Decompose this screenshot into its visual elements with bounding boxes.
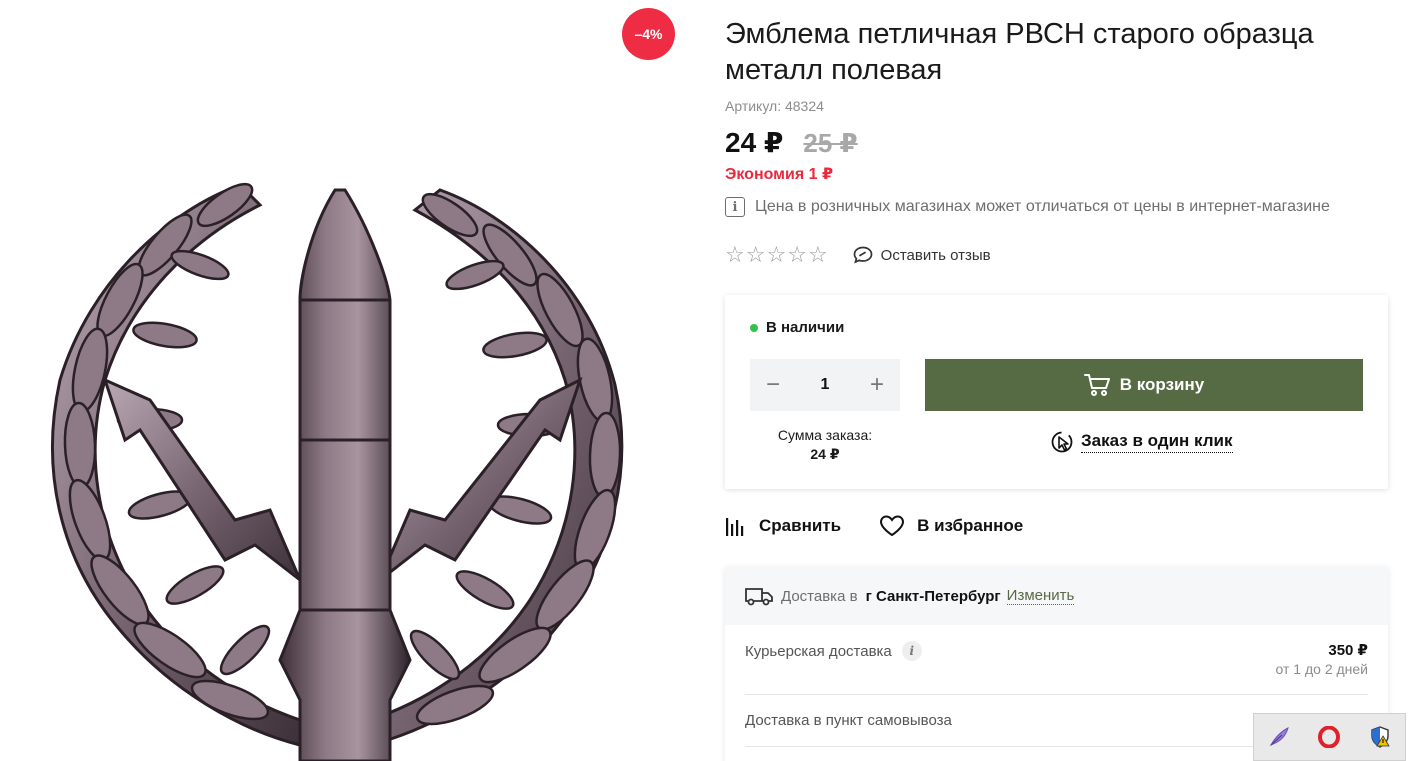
courier-delivery-label: Курьерская доставка bbox=[745, 642, 892, 660]
courier-delivery-price: 350 ₽ bbox=[1328, 642, 1368, 659]
favorite-label: В избранное bbox=[917, 516, 1024, 535]
info-icon: i bbox=[725, 197, 745, 217]
change-city-link[interactable]: Изменить bbox=[1006, 587, 1075, 605]
rating-stars[interactable]: ☆ ☆ ☆ ☆ ☆ bbox=[725, 244, 829, 266]
product-sku: Артикул: 48324 bbox=[725, 98, 824, 114]
feather-icon[interactable] bbox=[1267, 725, 1291, 749]
product-actions: Сравнить В избранное bbox=[725, 515, 1061, 537]
heart-icon bbox=[880, 515, 905, 537]
current-price: 24 ₽ bbox=[725, 127, 784, 158]
delivery-label: Доставка в bbox=[781, 587, 858, 605]
one-click-icon bbox=[1051, 431, 1073, 453]
price-notice-text: Цена в розничных магазинах может отличат… bbox=[755, 198, 1330, 215]
stock-status-text: В наличии bbox=[766, 319, 845, 336]
delivery-header: Доставка в г Санкт-Петербург Изменить bbox=[725, 567, 1388, 625]
order-sum-label: Сумма заказа: bbox=[777, 427, 873, 443]
increase-quantity-button[interactable]: + bbox=[870, 373, 884, 397]
rvsn-emblem-image[interactable] bbox=[0, 0, 690, 761]
order-sum-value: 24 ₽ bbox=[810, 446, 840, 462]
product-gallery: –4% bbox=[0, 0, 690, 761]
info-icon[interactable]: i bbox=[901, 641, 922, 661]
star-icon[interactable]: ☆ bbox=[787, 244, 807, 266]
star-icon[interactable]: ☆ bbox=[766, 244, 786, 266]
price-notice: i Цена в розничных магазинах может отлич… bbox=[725, 197, 1330, 217]
cart-icon bbox=[1083, 374, 1110, 396]
economy-text: Экономия 1 ₽ bbox=[725, 166, 834, 183]
system-tray bbox=[1253, 713, 1406, 761]
discount-badge: –4% bbox=[622, 8, 675, 60]
compare-button[interactable]: Сравнить bbox=[725, 515, 841, 537]
comment-icon bbox=[853, 246, 873, 264]
stock-status: В наличии bbox=[750, 319, 844, 336]
delivery-option-name: Курьерская доставка i bbox=[745, 641, 922, 661]
leave-review-link[interactable]: Оставить отзыв bbox=[853, 246, 991, 264]
shield-icon[interactable] bbox=[1368, 725, 1392, 749]
truck-icon bbox=[745, 588, 773, 606]
compare-icon bbox=[726, 518, 744, 536]
order-sum: Сумма заказа: 24 ₽ bbox=[750, 426, 900, 464]
star-icon[interactable]: ☆ bbox=[746, 244, 766, 266]
decrease-quantity-button[interactable]: − bbox=[766, 373, 780, 397]
review-link-text[interactable]: Оставить отзыв bbox=[881, 247, 991, 264]
add-to-cart-label: В корзину bbox=[1119, 375, 1205, 394]
delivery-city: г Санкт-Петербург bbox=[865, 587, 1001, 605]
opera-icon[interactable] bbox=[1317, 725, 1341, 749]
pickup-delivery-label: Доставка в пункт самовывоза bbox=[745, 712, 952, 729]
one-click-order-link[interactable]: Заказ в один клик bbox=[1050, 430, 1233, 454]
add-to-cart-button[interactable]: В корзину bbox=[925, 359, 1363, 411]
star-icon[interactable]: ☆ bbox=[808, 244, 828, 266]
buy-box: В наличии − 1 + В корзину Сумма заказа: … bbox=[725, 295, 1388, 489]
product-title: Эмблема петличная РВСН старого образца м… bbox=[725, 18, 1314, 86]
star-icon[interactable]: ☆ bbox=[725, 244, 745, 266]
favorite-button[interactable]: В избранное bbox=[879, 515, 1023, 537]
one-click-label[interactable]: Заказ в один клик bbox=[1081, 431, 1233, 453]
price-row: 24 ₽ 25 ₽ bbox=[725, 126, 858, 159]
quantity-stepper: − 1 + bbox=[750, 359, 900, 411]
old-price: 25 ₽ bbox=[803, 128, 858, 158]
quantity-value[interactable]: 1 bbox=[821, 376, 830, 394]
rating-row: ☆ ☆ ☆ ☆ ☆ Оставить отзыв bbox=[725, 244, 991, 266]
delivery-option-courier: Курьерская доставка i 350 ₽ от 1 до 2 дн… bbox=[745, 625, 1368, 695]
in-stock-dot-icon bbox=[750, 323, 758, 332]
compare-label: Сравнить bbox=[759, 516, 842, 535]
courier-delivery-term: от 1 до 2 дней bbox=[1275, 661, 1368, 677]
